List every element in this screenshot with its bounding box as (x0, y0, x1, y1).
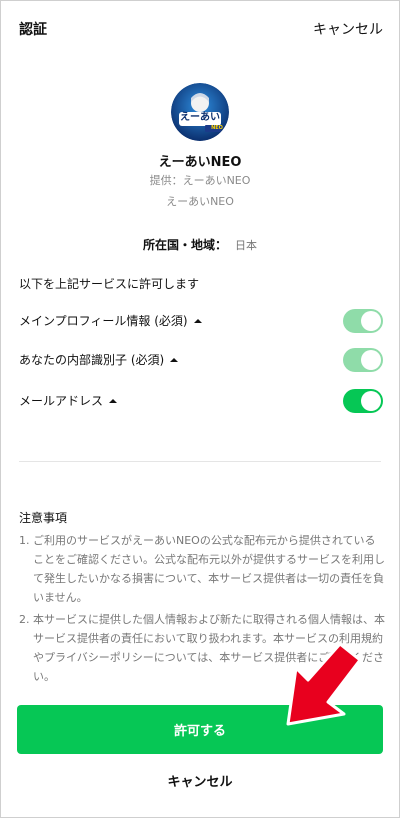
notice-text: ご利用のサービスがえーあいNEOの公式な配布元から提供されていることをご確認くだ… (33, 534, 385, 604)
provider-name: えーあいNEO (166, 195, 234, 208)
toggle-identifier[interactable] (343, 348, 383, 372)
permission-label: メインプロフィール情報 (必須) (19, 314, 188, 328)
chevron-up-icon[interactable] (193, 316, 203, 326)
permission-item-profile[interactable]: メインプロフィール情報 (必須) (19, 312, 203, 329)
header-cancel-button[interactable]: キャンセル (313, 19, 383, 39)
permission-item-email[interactable]: メールアドレス (19, 392, 118, 409)
toggle-email[interactable] (343, 389, 383, 413)
notice-item: 1. ご利用のサービスがえーあいNEOの公式な配布元から提供されていることをご確… (19, 531, 385, 607)
region-label: 所在国・地域： (142, 238, 227, 252)
provider-text: 提供：えーあいNEO (149, 174, 251, 187)
chevron-up-icon[interactable] (108, 396, 118, 406)
notice-number: 1. (19, 534, 30, 547)
notice-number: 2. (19, 613, 30, 626)
permission-item-identifier[interactable]: あなたの内部識別子 (必須) (19, 351, 179, 368)
permission-label: あなたの内部識別子 (必須) (19, 353, 165, 367)
app-icon-subtext: NEO (211, 125, 223, 131)
divider (19, 461, 381, 462)
notice-title: 注意事項 (19, 511, 68, 525)
app-icon-text: えーあい (180, 112, 220, 123)
toggle-profile[interactable] (343, 309, 383, 333)
red-arrow-icon (286, 642, 362, 726)
permissions-heading: 以下を上記サービスに許可します (19, 277, 200, 291)
chevron-up-icon[interactable] (169, 355, 179, 365)
page-title: 認証 (19, 22, 47, 38)
permission-label: メールアドレス (19, 394, 104, 408)
app-name: えーあいNEO (158, 155, 242, 170)
cancel-button[interactable]: キャンセル (0, 771, 400, 790)
region-value: 日本 (235, 239, 257, 252)
region-row: 所在国・地域： 日本 (0, 236, 400, 253)
